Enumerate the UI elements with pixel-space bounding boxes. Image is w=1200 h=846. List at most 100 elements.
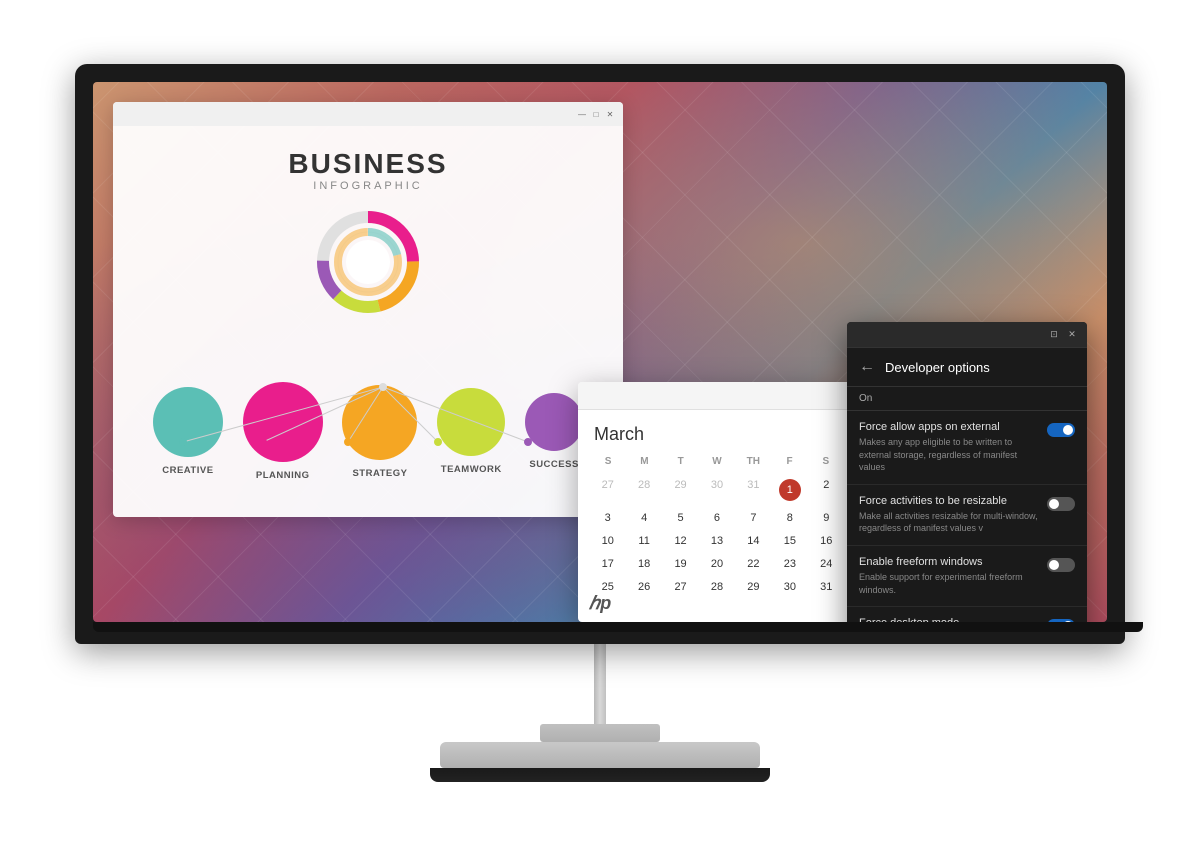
donut-chart (308, 202, 428, 322)
weekday-t1: T (663, 453, 699, 470)
cal-day[interactable]: 2 (809, 474, 844, 506)
cal-day[interactable]: 4 (626, 507, 661, 529)
label-planning: PLANNING (256, 470, 310, 481)
monitor-bottom-strip (93, 622, 1143, 632)
dev-options-header: ← Developer options (847, 348, 1087, 387)
weekday-m: M (626, 453, 662, 470)
maximize-icon[interactable]: □ (591, 109, 601, 119)
dev-option-title-2: Force activities to be resizable (859, 495, 1039, 507)
cal-day[interactable]: 22 (736, 553, 771, 575)
cal-day[interactable]: 7 (736, 507, 771, 529)
cal-day[interactable]: 13 (699, 530, 734, 552)
infographic-panel: — □ ✕ BUSINESS INFOGRAPHIC (113, 102, 623, 517)
donut-chart-container (133, 202, 603, 322)
cal-day[interactable]: 15 (772, 530, 807, 552)
dev-minimize-icon[interactable]: ⊡ (1047, 328, 1061, 342)
dev-option-desc-3: Enable support for experimental freeform… (859, 571, 1039, 596)
calendar-topbar: ⊡ ✕ (578, 382, 888, 410)
dev-option-text-2: Force activities to be resizable Make al… (859, 495, 1039, 535)
weekday-s1: S (590, 453, 626, 470)
monitor-container: — □ ✕ BUSINESS INFOGRAPHIC (50, 64, 1150, 782)
cal-day[interactable]: 30 (699, 474, 734, 506)
infographic-title-block: BUSINESS INFOGRAPHIC (133, 148, 603, 192)
monitor-stand-base-bottom (430, 768, 770, 782)
cal-day[interactable]: 27 (663, 576, 698, 598)
calendar-grid: S M T W TH F S 27 28 (578, 453, 856, 612)
cal-day[interactable]: 31 (736, 474, 771, 506)
weekday-w: W (699, 453, 735, 470)
monitor-frame: — □ ✕ BUSINESS INFOGRAPHIC (75, 64, 1125, 644)
infographic-main-title: BUSINESS (133, 148, 603, 180)
cal-day[interactable]: 20 (699, 553, 734, 575)
cal-day[interactable]: 14 (736, 530, 771, 552)
cal-day[interactable]: 5 (663, 507, 698, 529)
cal-day[interactable]: 16 (809, 530, 844, 552)
calendar-weekdays: S M T W TH F S (590, 453, 844, 470)
dev-option-4: Force desktop mode Force experimental de… (847, 607, 1087, 622)
infographic-subtitle: INFOGRAPHIC (133, 180, 603, 192)
calendar-month-title: March (578, 410, 856, 453)
cal-day[interactable]: 30 (772, 576, 807, 598)
dev-option-title-4: Force desktop mode (859, 617, 1039, 622)
developer-options-panel: ⊡ ✕ ← Developer options On Force allow a… (847, 322, 1087, 622)
cal-day[interactable]: 26 (626, 576, 661, 598)
dev-toggle-4[interactable] (1047, 619, 1075, 622)
dev-option-2: Force activities to be resizable Make al… (847, 485, 1087, 546)
dev-option-desc-1: Makes any app eligible to be written to … (859, 436, 1039, 474)
cal-day[interactable]: 10 (590, 530, 625, 552)
cal-day[interactable]: 31 (809, 576, 844, 598)
cal-day[interactable]: 11 (626, 530, 661, 552)
close-icon[interactable]: ✕ (605, 109, 615, 119)
cal-day[interactable]: 9 (809, 507, 844, 529)
dev-option-title-1: Force allow apps on external (859, 421, 1039, 433)
dev-option-1: Force allow apps on external Makes any a… (847, 411, 1087, 485)
cal-day[interactable]: 29 (736, 576, 771, 598)
cal-day[interactable]: 6 (699, 507, 734, 529)
infographic-topbar: — □ ✕ (113, 102, 623, 126)
label-strategy: STRATEGY (352, 468, 407, 479)
cal-day[interactable]: 8 (772, 507, 807, 529)
label-teamwork: TEAMWORK (441, 464, 502, 475)
cal-day[interactable]: 18 (626, 553, 661, 575)
label-success: SUCCESS (529, 459, 578, 470)
weekday-th: TH (735, 453, 771, 470)
cal-day[interactable]: 24 (809, 553, 844, 575)
dev-option-desc-2: Make all activities resizable for multi-… (859, 510, 1039, 535)
dev-toggle-3[interactable] (1047, 558, 1075, 572)
tree-area: CREATIVE PLANNING STRATEGY (133, 382, 603, 582)
cal-day[interactable]: 28 (699, 576, 734, 598)
infographic-content: BUSINESS INFOGRAPHIC (133, 122, 603, 582)
minimize-icon[interactable]: — (577, 109, 587, 119)
cal-day[interactable]: 29 (663, 474, 698, 506)
tree-lines (133, 382, 603, 452)
cal-day[interactable]: 19 (663, 553, 698, 575)
cal-day[interactable]: 28 (626, 474, 661, 506)
calendar-days: 27 28 29 30 31 1 2 3 4 5 (590, 474, 844, 598)
dev-back-button[interactable]: ← (859, 358, 875, 376)
cal-day[interactable]: 3 (590, 507, 625, 529)
weekday-s2: S (808, 453, 844, 470)
dev-option-text-1: Force allow apps on external Makes any a… (859, 421, 1039, 474)
cal-day[interactable]: 12 (663, 530, 698, 552)
label-creative: CREATIVE (162, 465, 213, 476)
dev-options-topbar: ⊡ ✕ (847, 322, 1087, 348)
weekday-f: F (771, 453, 807, 470)
dev-option-3: Enable freeform windows Enable support f… (847, 546, 1087, 607)
cal-day[interactable]: 23 (772, 553, 807, 575)
monitor-screen: — □ ✕ BUSINESS INFOGRAPHIC (93, 82, 1107, 622)
cal-day[interactable]: 17 (590, 553, 625, 575)
dev-options-title: Developer options (885, 360, 990, 375)
cal-day[interactable]: 27 (590, 474, 625, 506)
dev-option-text-3: Enable freeform windows Enable support f… (859, 556, 1039, 596)
monitor-stand-neck (594, 644, 606, 724)
dev-option-text-4: Force desktop mode Force experimental de… (859, 617, 1039, 622)
dev-option-title-3: Enable freeform windows (859, 556, 1039, 568)
dev-toggle-2[interactable] (1047, 497, 1075, 511)
monitor-stand-base (440, 742, 760, 768)
hp-logo: ℎp (589, 593, 611, 614)
dev-toggle-1[interactable] (1047, 423, 1075, 437)
dev-status-label: On (847, 387, 1087, 411)
calendar-popup: ⊡ ✕ March S M T W TH F (578, 382, 888, 622)
cal-day[interactable]: 1 (772, 474, 807, 506)
dev-close-icon[interactable]: ✕ (1065, 328, 1079, 342)
